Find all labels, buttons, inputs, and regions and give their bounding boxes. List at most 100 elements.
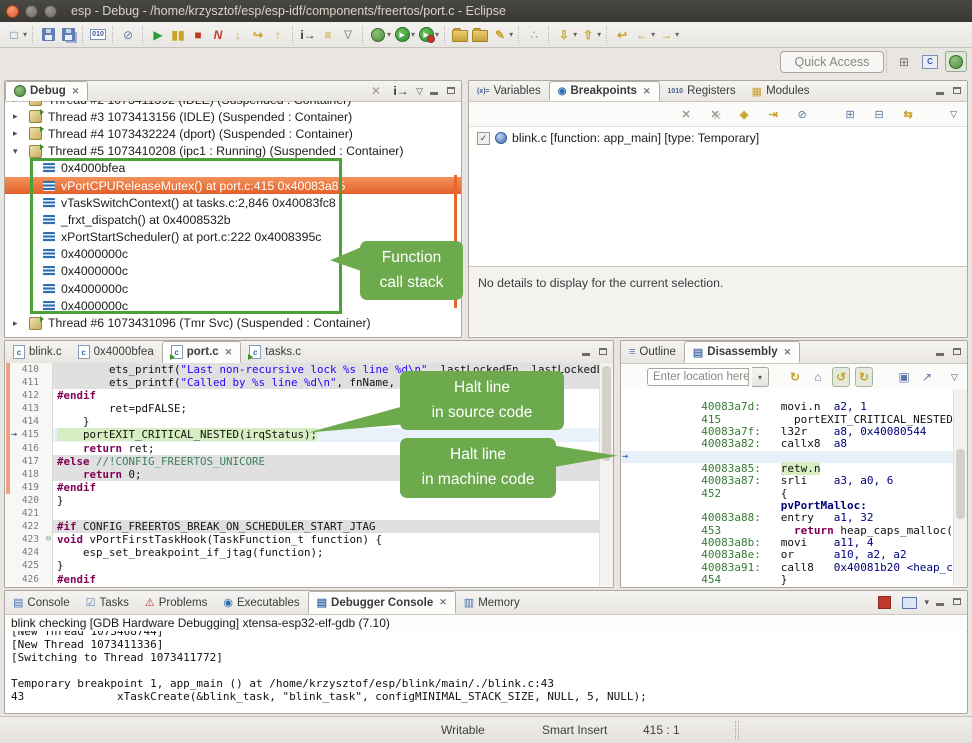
- console-view-tab[interactable]: ◉ Executables ✕: [215, 591, 307, 614]
- editor-gutter[interactable]: →422⊖: [5, 520, 53, 533]
- maximize-view-button[interactable]: [445, 86, 457, 97]
- code-line[interactable]: →414⊖ }: [5, 415, 600, 428]
- home-button[interactable]: ⌂: [809, 367, 827, 387]
- close-icon[interactable]: ✕: [225, 347, 233, 358]
- sync-with-debug-toggle[interactable]: ↻: [855, 367, 873, 387]
- console-dropdown[interactable]: ▾: [924, 597, 929, 608]
- display-console-button[interactable]: [900, 593, 918, 613]
- debug-tree-row[interactable]: 0x4000000c: [5, 280, 461, 297]
- disassembly-line[interactable]: →40083a8e: or a10, a2, a2: [621, 537, 954, 549]
- expand-all-button[interactable]: ⊞: [841, 104, 859, 124]
- debug-tree-row[interactable]: 0x4000000c: [5, 297, 461, 314]
- pin-view-button[interactable]: ↗: [918, 367, 936, 387]
- go-to-file-button[interactable]: ⇥: [764, 104, 782, 124]
- breakpoints-view-tab[interactable]: ▦ Modules ✕: [744, 81, 818, 101]
- breakpoint-checkbox[interactable]: ✓: [477, 132, 490, 145]
- instruction-stepping-toggle[interactable]: i→: [392, 81, 410, 101]
- code-line[interactable]: →418⊖ return 0;: [5, 468, 600, 481]
- minimize-view-button[interactable]: [428, 86, 440, 97]
- save-all-button[interactable]: [59, 25, 77, 45]
- console-view-tab[interactable]: ▥ Memory ✕: [456, 591, 528, 614]
- disassembly-line[interactable]: →40083a87: srli a3, a0, 6: [621, 463, 954, 475]
- disassembly-line[interactable]: →420 }: [621, 438, 954, 450]
- disassembly-line[interactable]: → or a2, a10, a10: [621, 574, 954, 581]
- disassembly-line[interactable]: →40083a82: callx8 a8: [621, 426, 954, 438]
- disassembly-line[interactable]: →40083a88: entry a1, 32: [621, 500, 954, 512]
- editor-gutter[interactable]: →421⊖: [5, 507, 53, 520]
- collapse-all-button[interactable]: ⊟: [870, 104, 888, 124]
- editor-gutter[interactable]: →413⊖: [5, 402, 53, 415]
- code-line[interactable]: →417⊖ #else //!CONFIG_FREERTOS_UNICORE: [5, 455, 600, 468]
- debug-tree-row[interactable]: ▸ Thread #3 1073413156 (IDLE) (Suspended…: [5, 108, 461, 125]
- suspend-button[interactable]: ▮▮: [169, 25, 187, 45]
- editor-tab[interactable]: c blink.c ✕: [5, 341, 70, 363]
- show-instructions-button[interactable]: ≡: [319, 25, 337, 45]
- breakpoints-view-tab[interactable]: ◉ Breakpoints ✕: [549, 81, 660, 101]
- editor-gutter[interactable]: →423⊖: [5, 533, 53, 546]
- instruction-stepping-button[interactable]: i→: [299, 25, 317, 45]
- last-edit-location-button[interactable]: ⇩: [555, 25, 573, 45]
- view-menu-button[interactable]: ▽: [416, 86, 423, 97]
- terminate-button[interactable]: ■: [189, 25, 207, 45]
- editor-tab[interactable]: c port.c ✕: [162, 341, 242, 363]
- debug-tree-row[interactable]: xPortStartScheduler() at port.c:222 0x40…: [5, 229, 461, 246]
- debug-tree-row[interactable]: vTaskSwitchContext() at tasks.c:2,846 0x…: [5, 194, 461, 211]
- code-line[interactable]: →421⊖: [5, 507, 600, 520]
- refresh-button[interactable]: ↻: [786, 367, 804, 387]
- disassembly-line[interactable]: → pvPortMalloc:: [621, 488, 954, 500]
- editor-vertical-scrollbar[interactable]: [599, 363, 613, 586]
- close-icon[interactable]: ✕: [643, 86, 651, 97]
- disassembly-line[interactable]: →453 return heap_caps_malloc(xWantedSize: [621, 512, 954, 524]
- terminate-console-button[interactable]: [875, 593, 893, 613]
- remove-all-breakpoints-button[interactable]: ✕: [706, 104, 724, 124]
- maximize-window-button[interactable]: [44, 5, 57, 18]
- editor-gutter[interactable]: →415⊖: [5, 428, 53, 441]
- resume-button[interactable]: ▶: [149, 25, 167, 45]
- statusbar-grip[interactable]: [735, 721, 739, 739]
- close-icon[interactable]: ✕: [784, 347, 792, 358]
- skip-all-breakpoints-button[interactable]: ⊘: [793, 104, 811, 124]
- editor-gutter[interactable]: →419⊖: [5, 481, 53, 494]
- console-view-tab[interactable]: ▤ Console ✕: [5, 591, 78, 614]
- tree-expand-arrow[interactable]: ▾: [5, 146, 29, 157]
- step-return-button[interactable]: ↑: [269, 25, 287, 45]
- disassembly-line[interactable]: →454 }: [621, 562, 954, 574]
- disconnect-button[interactable]: N: [209, 25, 227, 45]
- minimize-view-button[interactable]: [934, 86, 946, 97]
- editor-gutter[interactable]: →417⊖: [5, 455, 53, 468]
- code-line[interactable]: →416⊖ return ret;: [5, 442, 600, 455]
- step-over-button[interactable]: ↪: [249, 25, 267, 45]
- profile-launch-dropdown[interactable]: ▾: [435, 30, 439, 39]
- maximize-view-button[interactable]: [951, 347, 963, 358]
- editor-gutter[interactable]: →418⊖: [5, 468, 53, 481]
- code-line[interactable]: →422⊖ #if CONFIG_FREERTOS_BREAK_ON_SCHED…: [5, 520, 600, 533]
- profile-launch-button[interactable]: ▶: [417, 25, 435, 45]
- location-dropdown[interactable]: ▾: [752, 367, 769, 387]
- breakpoints-view-tab[interactable]: (x)= Variables ✕: [469, 81, 549, 101]
- maximize-view-button[interactable]: [951, 597, 963, 608]
- code-line[interactable]: →425⊖ }: [5, 559, 600, 572]
- minimize-window-button[interactable]: [25, 5, 38, 18]
- breakpoints-view-tab[interactable]: 1010 Registers ✕: [660, 81, 744, 101]
- disassembly-line[interactable]: →415 portEXIT_CRITICAL_NESTED(irqStatus): [621, 401, 954, 413]
- editor-gutter[interactable]: →425⊖: [5, 559, 53, 572]
- editor-gutter[interactable]: →414⊖: [5, 415, 53, 428]
- close-icon[interactable]: ✕: [72, 86, 80, 97]
- code-line[interactable]: →411⊖ ets_printf("Called by %s line %d\n…: [5, 376, 600, 389]
- editor-gutter[interactable]: →426⊖: [5, 573, 53, 586]
- source-code-area[interactable]: →410⊖ ets_printf("Last non-recursive loc…: [5, 363, 600, 586]
- debug-tree-row[interactable]: 0x4000bfea: [5, 160, 461, 177]
- editor-tab[interactable]: c 0x4000bfea ✕: [70, 341, 162, 363]
- code-line[interactable]: →423⊖ void vPortFirstTaskHook(TaskFuncti…: [5, 533, 600, 546]
- location-input[interactable]: Enter location here: [647, 368, 749, 386]
- console-view-tab[interactable]: ⚠ Problems ✕: [137, 591, 215, 614]
- last-edit-dropdown[interactable]: ▾: [573, 30, 577, 39]
- remove-breakpoint-button[interactable]: ✕: [677, 104, 695, 124]
- tree-expand-arrow[interactable]: ▸: [5, 111, 29, 122]
- scrollbar-thumb[interactable]: [956, 449, 965, 519]
- remove-all-terminated-button[interactable]: ✕: [367, 81, 385, 101]
- maximize-view-button[interactable]: [597, 347, 609, 358]
- back-to-last-edit-button[interactable]: ↩: [613, 25, 631, 45]
- forward-dropdown[interactable]: ▾: [675, 30, 679, 39]
- fold-icon[interactable]: ⊖: [46, 533, 51, 546]
